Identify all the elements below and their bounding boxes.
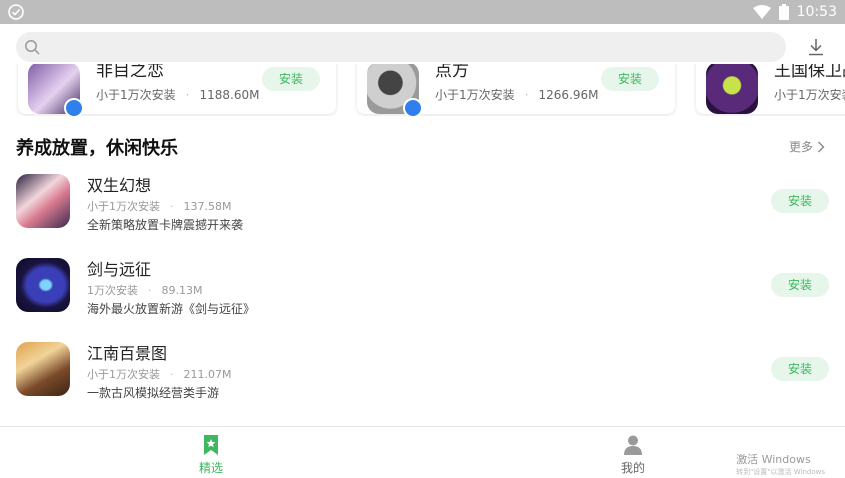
install-button[interactable]: 安装 — [771, 357, 829, 381]
app-description: 一款古风模拟经营类手游 — [87, 386, 220, 400]
top-card-meta: 小于1万次安装 — [774, 88, 845, 102]
nav-mine[interactable]: 我的 — [603, 435, 663, 476]
status-bar: 10:53 — [0, 0, 845, 24]
top-card-title: 非目之恋 — [96, 64, 164, 81]
app-icon — [706, 64, 758, 114]
section-title: 养成放置，休闲快乐 — [16, 138, 178, 159]
search-input[interactable] — [16, 32, 786, 62]
top-card-meta: 小于1万次安装 · 1266.96M — [435, 88, 599, 102]
nav-featured[interactable]: 精选 — [181, 435, 241, 476]
verified-badge-icon — [64, 98, 84, 116]
install-button[interactable]: 安装 — [601, 67, 659, 91]
install-button[interactable]: 安装 — [771, 273, 829, 297]
install-button[interactable]: 安装 — [771, 189, 829, 213]
check-circle-icon — [8, 4, 24, 20]
nav-featured-label: 精选 — [198, 461, 223, 475]
user-icon — [624, 435, 642, 455]
search-icon — [25, 40, 40, 55]
app-icon — [367, 64, 423, 116]
more-link[interactable]: 更多 — [789, 138, 825, 155]
app-icon — [16, 174, 70, 228]
top-card[interactable]: 王国保卫战 小于1万次安装 — [696, 64, 845, 114]
app-icon — [16, 258, 70, 312]
more-label: 更多 — [788, 140, 813, 154]
app-name: 双生幻想 — [87, 176, 152, 195]
app-description: 海外最火放置新游《剑与远征》 — [87, 302, 256, 316]
battery-icon — [778, 4, 789, 20]
status-time: 10:53 — [796, 4, 837, 20]
verified-badge-icon — [403, 98, 423, 116]
list-item[interactable]: 剑与远征 1万次安装 · 89.13M 海外最火放置新游《剑与远征》 安装 — [0, 252, 845, 322]
app-name: 剑与远征 — [87, 260, 152, 279]
app-description: 全新策略放置卡牌震撼开来袭 — [87, 218, 244, 232]
app-meta: 1万次安装 · 89.13M — [87, 284, 203, 297]
bookmark-star-icon — [204, 435, 218, 455]
app-meta: 小于1万次安装 · 137.58M — [87, 200, 232, 213]
app-meta: 小于1万次安装 · 211.07M — [87, 368, 232, 381]
chevron-right-icon — [818, 141, 825, 152]
watermark-line2: 转到"设置"以激活 Windows — [736, 468, 825, 476]
top-card-carousel: 非目之恋 小于1万次安装 · 1188.60M 安装 点方 小于1万次安装 · 1266… — [0, 64, 845, 116]
download-icon[interactable] — [807, 38, 825, 56]
status-right: 10:53 — [752, 2, 837, 22]
list-item[interactable]: 双生幻想 小于1万次安装 · 137.58M 全新策略放置卡牌震撼开来袭 安装 — [0, 168, 845, 238]
app-icon — [28, 64, 84, 116]
install-button[interactable]: 安装 — [262, 67, 320, 91]
bottom-nav: 精选 我的 — [0, 426, 845, 476]
activation-watermark: 激活 Windows 转到"设置"以激活 Windows — [736, 454, 825, 478]
top-card[interactable]: 点方 小于1万次安装 · 1266.96M 安装 — [357, 64, 675, 116]
top-card-title: 王国保卫战 — [774, 64, 845, 81]
app-icon — [16, 342, 70, 396]
top-card[interactable]: 非目之恋 小于1万次安装 · 1188.60M 安装 — [18, 64, 336, 116]
top-card-meta: 小于1万次安装 · 1188.60M — [96, 88, 260, 102]
top-card-title: 点方 — [435, 64, 469, 81]
list-item[interactable]: 江南百景图 小于1万次安装 · 211.07M 一款古风模拟经营类手游 安装 — [0, 336, 845, 406]
nav-mine-label: 我的 — [620, 461, 645, 475]
app-name: 江南百景图 — [87, 344, 168, 363]
wifi-icon — [752, 5, 771, 19]
watermark-line1: 激活 Windows — [736, 453, 811, 466]
